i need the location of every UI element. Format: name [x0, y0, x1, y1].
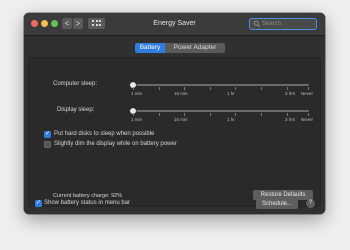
tick-label: Never	[301, 117, 314, 122]
tick-label: 3 hrs	[285, 91, 296, 96]
tick-label: 1 hr	[227, 91, 235, 96]
tick-label: 15 min	[174, 91, 188, 96]
help-button[interactable]: ?	[306, 199, 315, 208]
energy-saver-window: < > Energy Saver Search Battery Power Ad…	[24, 13, 325, 214]
battery-charge-status: Current battery charge: 92%	[53, 193, 123, 199]
hard-disk-sleep-checkbox[interactable]: ✓	[44, 131, 51, 138]
checkmark-icon: ✓	[35, 199, 42, 206]
dim-display-label[interactable]: Slightly dim the display while on batter…	[54, 141, 177, 147]
display-sleep-slider-track[interactable]	[129, 110, 309, 112]
tick-label: 1 min	[131, 117, 143, 122]
battery-settings-panel: Computer sleep: 1 min 15 min 1 hr 3 hrs …	[28, 57, 321, 207]
search-field[interactable]: Search	[249, 18, 317, 30]
tab-battery[interactable]: Battery	[135, 43, 165, 53]
search-icon	[253, 20, 261, 28]
search-placeholder: Search	[262, 21, 282, 27]
tick-label: 1 hr	[227, 117, 235, 122]
schedule-button[interactable]: Schedule...	[256, 199, 298, 209]
title-bar: < > Energy Saver Search	[24, 13, 325, 36]
show-battery-status-label[interactable]: Show battery status in menu bar	[44, 200, 130, 206]
computer-sleep-slider-track[interactable]	[129, 84, 309, 86]
tab-power-adapter[interactable]: Power Adapter	[165, 43, 225, 53]
tick-label: 3 hrs	[285, 117, 296, 122]
dim-display-checkbox[interactable]	[44, 141, 51, 148]
computer-sleep-label: Computer sleep:	[53, 81, 98, 87]
display-sleep-label: Display sleep:	[57, 107, 95, 113]
tick-label: Never	[301, 91, 314, 96]
show-battery-status-checkbox[interactable]: ✓	[35, 200, 42, 207]
tick-label: 15 min	[174, 117, 188, 122]
hard-disk-sleep-label[interactable]: Put hard disks to sleep when possible	[54, 131, 154, 137]
checkmark-icon: ✓	[44, 130, 51, 137]
tick-label: 1 min	[131, 91, 143, 96]
